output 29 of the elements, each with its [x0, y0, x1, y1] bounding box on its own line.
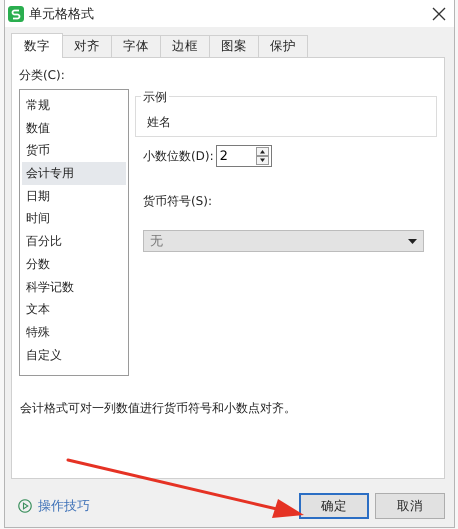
- category-item[interactable]: 日期: [22, 184, 126, 208]
- play-icon: [18, 499, 32, 513]
- window-title: 单元格格式: [29, 6, 95, 22]
- category-item[interactable]: 会计专用: [22, 162, 126, 185]
- category-item[interactable]: 货币: [22, 139, 126, 162]
- tab[interactable]: 数字: [11, 33, 63, 58]
- category-item[interactable]: 常规: [22, 94, 126, 117]
- category-item[interactable]: 特殊: [22, 320, 126, 344]
- category-label: 分类(C):: [19, 67, 66, 84]
- category-item[interactable]: 分数: [22, 252, 126, 276]
- format-description: 会计格式可对一列数值进行货币符号和小数点对齐。: [19, 400, 297, 417]
- tips-link[interactable]: 操作技巧: [18, 497, 90, 515]
- close-icon[interactable]: [432, 6, 446, 20]
- dialog-button[interactable]: 取消: [375, 493, 445, 519]
- category-item[interactable]: 数值: [22, 116, 126, 140]
- app-logo-icon: [8, 6, 24, 22]
- category-item[interactable]: 文本: [22, 298, 126, 321]
- currency-symbol-label: 货币符号(S):: [142, 193, 214, 210]
- dialog-button[interactable]: 确定: [299, 493, 369, 519]
- decimal-places-label: 小数位数(D):: [143, 148, 214, 164]
- tab[interactable]: 保护: [258, 35, 308, 57]
- sample-value: 姓名: [147, 115, 171, 129]
- spinner-arrows-icon[interactable]: [256, 147, 269, 165]
- category-item[interactable]: 自定义: [22, 344, 126, 366]
- category-item[interactable]: 百分比: [22, 230, 126, 253]
- caret-icon: [408, 238, 417, 244]
- category-item[interactable]: 科学记数: [22, 276, 126, 298]
- category-item[interactable]: 时间: [22, 207, 126, 230]
- sample-label: 示例: [141, 89, 169, 106]
